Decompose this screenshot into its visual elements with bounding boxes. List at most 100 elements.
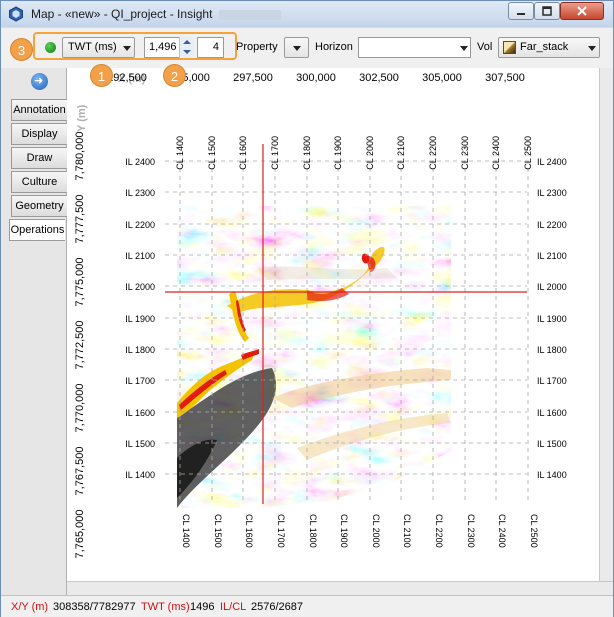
property-label: Property xyxy=(236,41,278,53)
inline-label-right: IL 1500 xyxy=(537,439,567,449)
crossline-label-bottom: CL 2400 xyxy=(497,514,507,548)
vol-label: Vol xyxy=(477,41,493,53)
status-indicator-icon xyxy=(45,42,56,53)
y-axis-ticks: 7,780,000 7,777,500 7,775,000 7,772,500 7,77… xyxy=(74,132,86,559)
inline-label-left: IL 1800 xyxy=(125,345,155,355)
window-title: Map - «new» - QI_project - Insight xyxy=(31,7,213,21)
tab-culture[interactable]: Culture xyxy=(11,171,67,193)
seismic-volume-icon xyxy=(503,41,516,54)
crossline-label-bottom: CL 2100 xyxy=(402,514,412,548)
inline-label-right: IL 2200 xyxy=(537,220,567,230)
spin-down-icon[interactable] xyxy=(183,50,191,54)
horizontal-scrollbar[interactable] xyxy=(67,581,613,595)
y-tick-label: 7,770,000 xyxy=(74,384,86,433)
crossline-label-bottom: CL 1900 xyxy=(339,514,349,548)
depth-spinner[interactable] xyxy=(179,37,194,58)
crossline-label-bottom: CL 1400 xyxy=(181,514,191,548)
crossline-label-bottom: CL 2200 xyxy=(434,514,444,548)
inline-label-left: IL 2300 xyxy=(125,188,155,198)
maximize-button[interactable] xyxy=(534,2,560,20)
domain-select-value: TWT (ms) xyxy=(68,41,117,53)
title-bar[interactable]: Map - «new» - QI_project - Insight xyxy=(1,1,613,27)
crossline-label-top: CL 1700 xyxy=(270,136,280,170)
inline-label-right: IL 2100 xyxy=(537,251,567,261)
spin-up-icon[interactable] xyxy=(183,40,191,44)
inline-label-left: IL 2200 xyxy=(125,220,155,230)
crossline-label-top: CL 1500 xyxy=(207,136,217,170)
crossline-label-top: CL 2200 xyxy=(428,136,438,170)
tab-display[interactable]: Display xyxy=(11,123,67,145)
crossline-label-bottom: CL 2500 xyxy=(529,514,539,548)
depth-value: 1,496 xyxy=(149,41,177,53)
volume-select-value: Far_stack xyxy=(520,41,569,53)
ilcl-value: 2576/2687 xyxy=(251,601,303,613)
inline-label-right: IL 1900 xyxy=(537,314,567,324)
crossline-label-top: CL 1400 xyxy=(175,136,185,170)
inline-label-left: IL 1500 xyxy=(125,439,155,449)
inline-label-right: IL 2000 xyxy=(537,282,567,292)
ilcl-label: IL/CL xyxy=(220,601,247,613)
insight-app-icon xyxy=(9,6,23,22)
property-select[interactable] xyxy=(284,37,309,58)
redacted-title-part xyxy=(219,10,281,20)
crossline-label-top: CL 2500 xyxy=(523,136,533,170)
callout-marker-2: 2 xyxy=(163,64,186,87)
crossline-label-top: CL 1900 xyxy=(333,136,343,170)
crossline-label-bottom: CL 1600 xyxy=(244,514,254,548)
status-bar: X/Y (m) 308358/7782977 TWT (ms) 1496 IL/… xyxy=(1,595,613,617)
crossline-label-top: CL 2300 xyxy=(460,136,470,170)
inline-label-right: IL 1400 xyxy=(537,470,567,480)
inline-label-left: IL 2400 xyxy=(125,157,155,167)
inline-label-right: IL 2400 xyxy=(537,157,567,167)
chevron-down-icon xyxy=(588,46,596,51)
x-tick-label: 292,500 xyxy=(107,72,147,84)
y-tick-label: 7,772,500 xyxy=(74,321,86,370)
x-tick-label: 300,000 xyxy=(296,72,336,84)
tab-draw[interactable]: Draw xyxy=(11,147,67,169)
map-view[interactable]: X (m) 292,500 295,000 297,500 300,000 302,50… xyxy=(67,68,599,581)
y-tick-label: 7,767,500 xyxy=(74,447,86,496)
close-button[interactable] xyxy=(560,2,604,20)
x-tick-label: 307,500 xyxy=(485,72,525,84)
tab-operations[interactable]: Operations xyxy=(9,219,65,241)
crossline-label-bottom: CL 2000 xyxy=(371,514,381,548)
volume-select[interactable]: Far_stack xyxy=(498,37,600,58)
tab-geometry[interactable]: Geometry xyxy=(11,195,67,217)
y-tick-label: 7,777,500 xyxy=(74,195,86,244)
inline-label-left: IL 2100 xyxy=(125,251,155,261)
crossline-label-bottom: CL 1500 xyxy=(213,514,223,548)
close-icon xyxy=(577,6,587,16)
horizon-select[interactable] xyxy=(358,37,471,58)
navigate-arrow-icon[interactable]: ➜ xyxy=(31,73,48,90)
inline-label-left: IL 1600 xyxy=(125,408,155,418)
domain-select[interactable]: TWT (ms) xyxy=(62,37,135,58)
crossline-label-top: CL 2100 xyxy=(396,136,406,170)
inline-label-right: IL 2300 xyxy=(537,188,567,198)
map-window: Map - «new» - QI_project - Insight TWT (… xyxy=(0,0,614,617)
inline-label-left: IL 2000 xyxy=(125,282,155,292)
crossline-label-bottom: CL 1700 xyxy=(276,514,286,548)
x-tick-label: 305,000 xyxy=(422,72,462,84)
twt-value: 1496 xyxy=(190,601,215,613)
callout-marker-3: 3 xyxy=(10,38,33,61)
inline-label-right: IL 1600 xyxy=(537,408,567,418)
y-axis-label: Y (m) xyxy=(76,104,88,132)
step-input[interactable]: 4 xyxy=(197,37,224,58)
xy-value: 308358/7782977 xyxy=(53,601,136,613)
maximize-icon xyxy=(542,6,552,16)
horizon-label: Horizon xyxy=(315,41,353,53)
map-canvas[interactable]: X (m) 292,500 295,000 297,500 300,000 302,50… xyxy=(67,68,599,581)
tab-annotation[interactable]: Annotation xyxy=(11,99,67,121)
chevron-down-icon xyxy=(123,46,131,51)
minimize-button[interactable] xyxy=(508,2,534,20)
crossline-label-bottom: CL 2300 xyxy=(466,514,476,548)
inline-label-left: IL 1400 xyxy=(125,470,155,480)
x-tick-label: 302,500 xyxy=(359,72,399,84)
crossline-label-top: CL 1800 xyxy=(302,136,312,170)
inline-label-right: IL 1700 xyxy=(537,376,567,386)
y-tick-label: 7,765,000 xyxy=(74,510,86,559)
vertical-scrollbar[interactable] xyxy=(599,68,613,581)
xy-label: X/Y (m) xyxy=(11,601,49,613)
crossline-label-top: CL 1600 xyxy=(238,136,248,170)
y-tick-label: 7,775,000 xyxy=(74,258,86,307)
